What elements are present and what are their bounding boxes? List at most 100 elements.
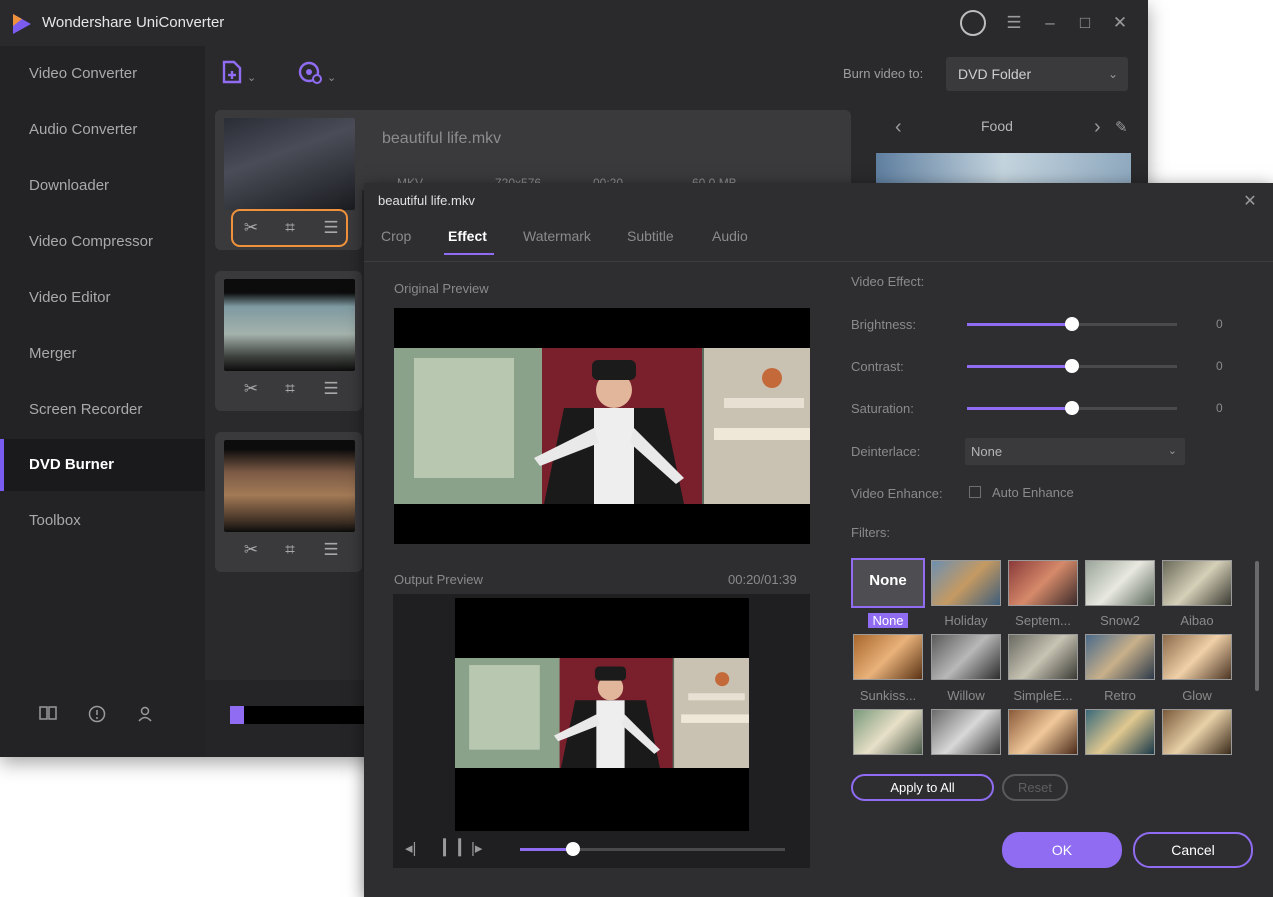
help-icon[interactable] bbox=[86, 705, 108, 723]
tab-effect[interactable]: Effect bbox=[448, 228, 487, 244]
filter-tile-holiday[interactable] bbox=[931, 560, 1001, 606]
burn-target-select[interactable]: DVD Folder ⌄ bbox=[946, 57, 1128, 91]
sidebar-item-dvd-burner[interactable]: DVD Burner bbox=[0, 439, 205, 491]
filter-tile[interactable] bbox=[1008, 709, 1078, 755]
deinterlace-label: Deinterlace: bbox=[851, 444, 921, 459]
filter-tile-none[interactable]: None bbox=[851, 558, 925, 608]
sidebar-item-downloader[interactable]: Downloader bbox=[0, 160, 205, 212]
tab-audio[interactable]: Audio bbox=[712, 228, 748, 244]
crop-icon[interactable]: ⌗ bbox=[279, 379, 301, 399]
account-icon[interactable] bbox=[135, 705, 157, 723]
video-thumbnail[interactable] bbox=[224, 118, 355, 210]
filter-name-snow2[interactable]: Snow2 bbox=[1081, 613, 1159, 628]
tab-watermark[interactable]: Watermark bbox=[523, 228, 591, 244]
contrast-handle[interactable] bbox=[1065, 359, 1079, 373]
maximize-icon[interactable]: □ bbox=[1072, 10, 1098, 36]
filter-tile-willow[interactable] bbox=[931, 634, 1001, 680]
pause-icon[interactable]: ❙❙ bbox=[437, 836, 467, 857]
edit-tools-highlight bbox=[231, 209, 348, 247]
sidebar-item-screen-recorder[interactable]: Screen Recorder bbox=[0, 384, 205, 436]
crop-icon[interactable]: ⌗ bbox=[279, 540, 301, 560]
filter-tile-sunkiss[interactable] bbox=[853, 634, 923, 680]
filter-name-september[interactable]: Septem... bbox=[1004, 613, 1082, 628]
sidebar-item-video-editor[interactable]: Video Editor bbox=[0, 272, 205, 324]
add-media-button[interactable]: ⌄ bbox=[297, 60, 336, 88]
filter-tile[interactable] bbox=[853, 709, 923, 755]
filter-name-willow[interactable]: Willow bbox=[927, 688, 1005, 703]
filter-name-retro[interactable]: Retro bbox=[1081, 688, 1159, 703]
title-bar: Wondershare UniConverter ☰ – □ ✕ bbox=[0, 0, 1148, 46]
filter-name-none[interactable]: None bbox=[849, 613, 927, 628]
playback-handle[interactable] bbox=[566, 842, 580, 856]
chevron-down-icon: ⌄ bbox=[1167, 445, 1177, 457]
filters-scrollbar[interactable] bbox=[1255, 561, 1259, 691]
tab-subtitle[interactable]: Subtitle bbox=[627, 228, 674, 244]
app-logo-icon bbox=[13, 14, 31, 34]
video-card[interactable]: ✂ ⌗ ☰ bbox=[215, 432, 362, 572]
video-card[interactable]: ✂ ⌗ ☰ bbox=[215, 110, 362, 250]
chevron-down-icon: ⌄ bbox=[327, 72, 337, 85]
filter-name-simpleelegant[interactable]: SimpleE... bbox=[1004, 688, 1082, 703]
close-icon[interactable]: ✕ bbox=[1107, 10, 1133, 36]
filter-name-holiday[interactable]: Holiday bbox=[927, 613, 1005, 628]
filter-tile-aibao[interactable] bbox=[1162, 560, 1232, 606]
filter-tile[interactable] bbox=[1085, 709, 1155, 755]
filter-tile-snow2[interactable] bbox=[1085, 560, 1155, 606]
effect-icon[interactable]: ☰ bbox=[320, 379, 342, 399]
video-enhance-label: Video Enhance: bbox=[851, 486, 943, 501]
output-preview-frame bbox=[455, 658, 749, 768]
trim-icon[interactable]: ✂ bbox=[240, 540, 262, 560]
video-card[interactable]: ✂ ⌗ ☰ bbox=[215, 271, 362, 411]
saturation-label: Saturation: bbox=[851, 401, 914, 416]
sidebar-item-merger[interactable]: Merger bbox=[0, 328, 205, 380]
contrast-fill bbox=[967, 365, 1072, 368]
filter-name-aibao[interactable]: Aibao bbox=[1158, 613, 1236, 628]
saturation-handle[interactable] bbox=[1065, 401, 1079, 415]
filter-tile[interactable] bbox=[931, 709, 1001, 755]
cancel-button[interactable]: Cancel bbox=[1133, 832, 1253, 868]
brightness-handle[interactable] bbox=[1065, 317, 1079, 331]
sidebar-item-toolbox[interactable]: Toolbox bbox=[0, 495, 205, 547]
menu-icon[interactable]: ☰ bbox=[1001, 10, 1027, 36]
apply-to-all-button[interactable]: Apply to All bbox=[851, 774, 994, 801]
close-icon[interactable]: ✕ bbox=[1240, 191, 1260, 211]
book-icon[interactable] bbox=[37, 705, 59, 721]
filter-tile-simpleelegant[interactable] bbox=[1008, 634, 1078, 680]
template-next-icon[interactable]: › bbox=[1094, 116, 1101, 139]
filter-tile-september[interactable] bbox=[1008, 560, 1078, 606]
minimize-icon[interactable]: – bbox=[1037, 10, 1063, 36]
auto-enhance-checkbox[interactable] bbox=[969, 486, 981, 498]
disc-usage-fill bbox=[230, 706, 244, 724]
trim-icon[interactable]: ✂ bbox=[240, 379, 262, 399]
user-circle-icon[interactable] bbox=[960, 10, 986, 36]
filter-name-sunkiss[interactable]: Sunkiss... bbox=[849, 688, 927, 703]
sidebar-item-audio-converter[interactable]: Audio Converter bbox=[0, 104, 205, 156]
edit-template-icon[interactable]: ✎ bbox=[1115, 118, 1128, 136]
next-frame-icon[interactable]: |▸ bbox=[471, 839, 482, 857]
auto-enhance-label[interactable]: Auto Enhance bbox=[992, 485, 1074, 500]
video-thumbnail[interactable] bbox=[224, 440, 355, 532]
deinterlace-select[interactable]: None ⌄ bbox=[965, 438, 1185, 465]
video-thumbnail[interactable] bbox=[224, 279, 355, 371]
saturation-value: 0 bbox=[1216, 401, 1223, 415]
dialog-title: beautiful life.mkv bbox=[378, 193, 475, 208]
reset-button[interactable]: Reset bbox=[1002, 774, 1068, 801]
output-preview-label: Output Preview bbox=[394, 572, 483, 587]
ok-button[interactable]: OK bbox=[1002, 832, 1122, 868]
template-prev-icon[interactable]: ‹ bbox=[895, 116, 902, 139]
tab-crop[interactable]: Crop bbox=[381, 228, 411, 244]
previous-frame-icon[interactable]: ◂| bbox=[405, 839, 416, 857]
saturation-fill bbox=[967, 407, 1072, 410]
sidebar-item-video-converter[interactable]: Video Converter bbox=[0, 48, 205, 100]
effect-icon[interactable]: ☰ bbox=[320, 540, 342, 560]
original-preview-frame bbox=[394, 348, 810, 504]
filter-name-glow[interactable]: Glow bbox=[1158, 688, 1236, 703]
add-file-button[interactable]: ⌄ bbox=[221, 60, 256, 88]
sidebar: Video Converter Audio Converter Download… bbox=[0, 46, 205, 757]
filter-tile-glow[interactable] bbox=[1162, 634, 1232, 680]
filter-tile-retro[interactable] bbox=[1085, 634, 1155, 680]
template-thumbnail[interactable] bbox=[876, 153, 1131, 185]
sidebar-item-video-compressor[interactable]: Video Compressor bbox=[0, 216, 205, 268]
filter-tile[interactable] bbox=[1162, 709, 1232, 755]
add-media-icon bbox=[298, 61, 322, 84]
